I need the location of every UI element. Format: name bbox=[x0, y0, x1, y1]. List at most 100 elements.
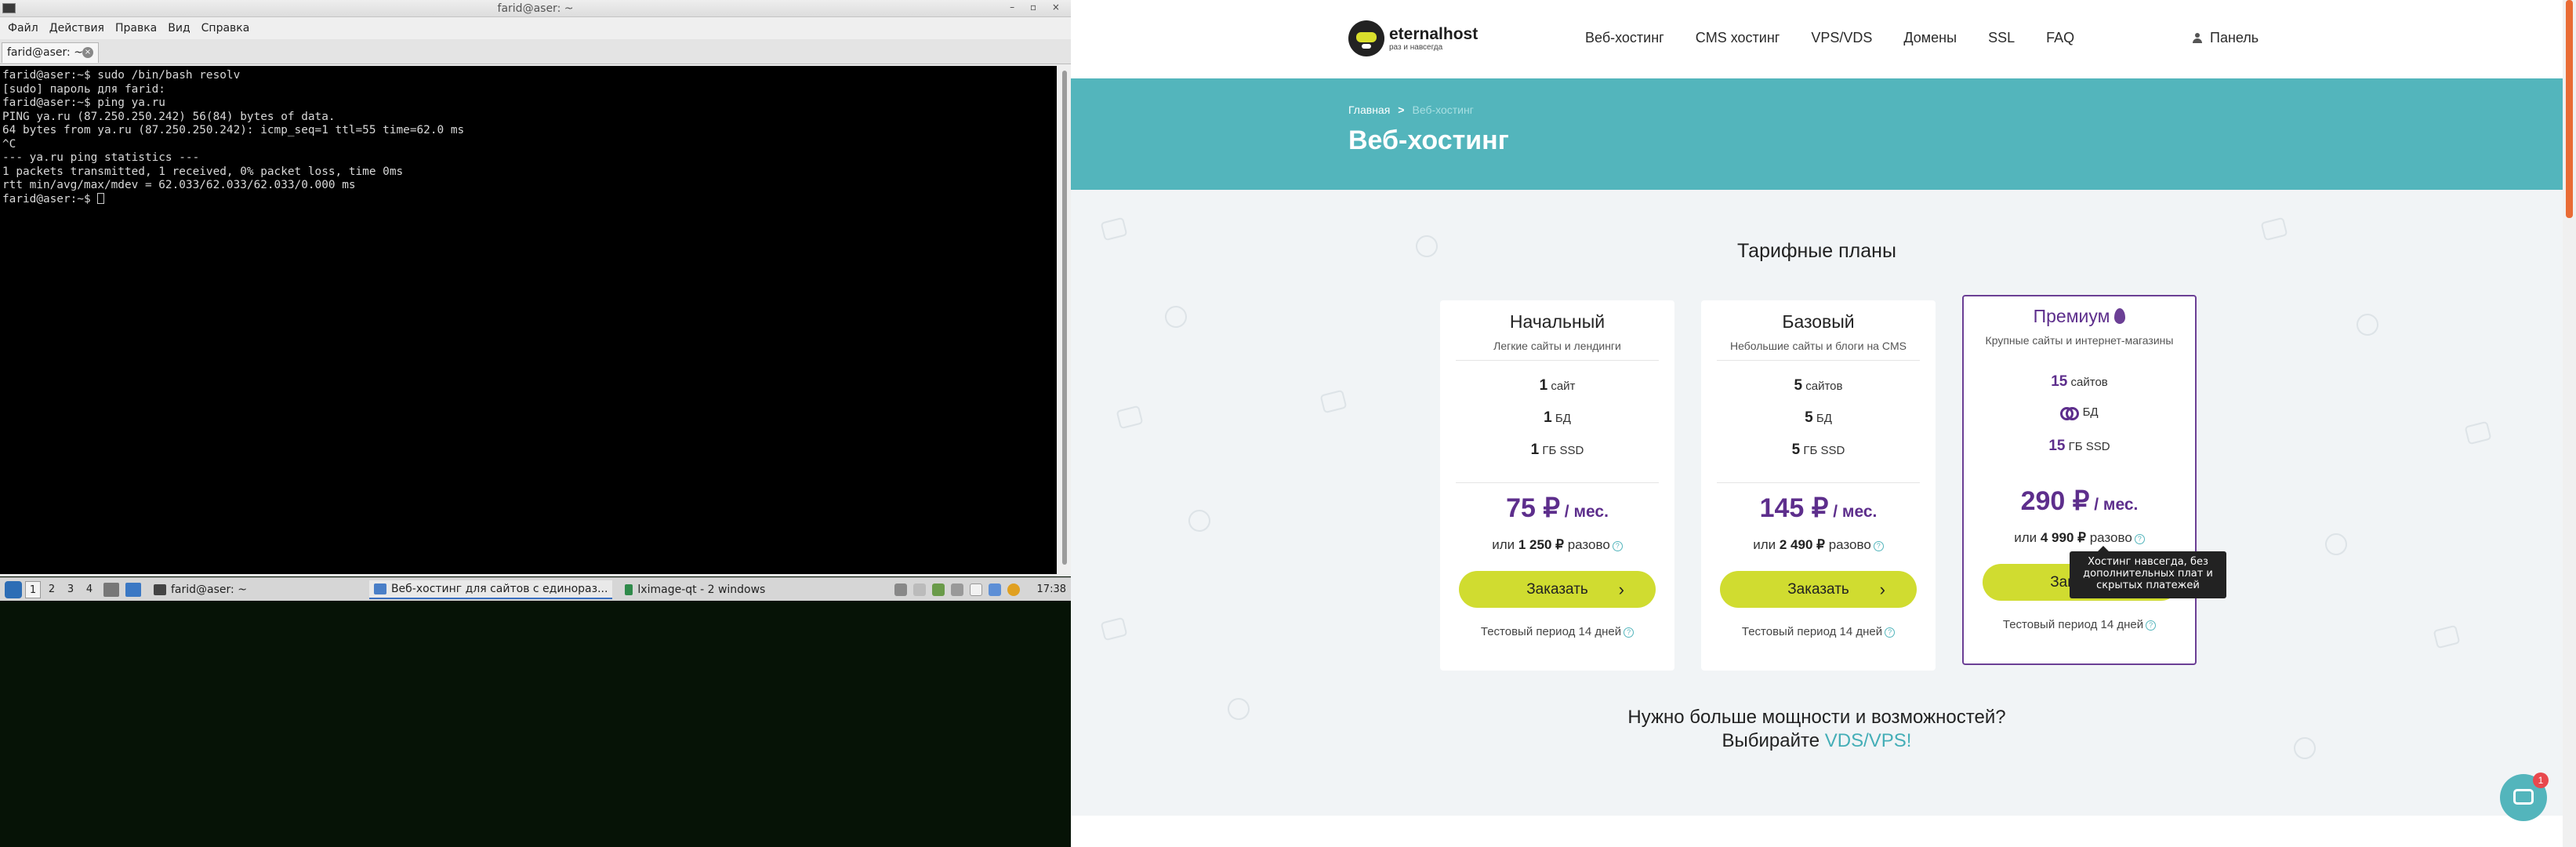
info-icon[interactable]: ? bbox=[2146, 620, 2157, 631]
site-logo[interactable]: eternalhost раз и навсегда bbox=[1348, 20, 1478, 56]
panel-label: Панель bbox=[2210, 30, 2259, 45]
terminal-window: farid@aser: ~ – ▫ × Файл Действия Правка… bbox=[0, 0, 1071, 576]
plan-name: Премиум bbox=[1964, 306, 2195, 327]
menu-view[interactable]: Вид bbox=[168, 22, 190, 35]
user-icon bbox=[2193, 32, 2202, 44]
background-pattern-icon bbox=[2323, 531, 2349, 558]
settings-icon[interactable] bbox=[988, 583, 1001, 596]
task-label: lximage-qt - 2 windows bbox=[637, 583, 766, 596]
info-icon[interactable]: ? bbox=[2134, 534, 2145, 544]
terminal-line: rtt min/avg/max/mdev = 62.033/62.033/62.… bbox=[2, 179, 356, 191]
desktop-1-button[interactable]: 1 bbox=[25, 580, 41, 598]
hero-banner: Главная > Веб-хостинг Веб-хостинг bbox=[1071, 78, 2563, 190]
window-controls[interactable]: – ▫ × bbox=[1010, 2, 1066, 13]
desktop-4-button[interactable]: 4 bbox=[82, 581, 97, 598]
chat-button[interactable]: 1 bbox=[2500, 772, 2549, 821]
info-icon[interactable]: ? bbox=[1885, 627, 1896, 638]
plan-feature-db: 1 БД bbox=[1544, 409, 1571, 426]
page-scrollbar[interactable] bbox=[2563, 0, 2576, 847]
plan-subtitle: Крупные сайты и интернет-магазины bbox=[1985, 334, 2174, 347]
nav-ssl[interactable]: SSL bbox=[1988, 30, 2015, 46]
desktop-2-button[interactable]: 2 bbox=[44, 581, 60, 598]
task-image-viewer[interactable]: lximage-qt - 2 windows bbox=[620, 580, 770, 599]
plan-feature-ssd: 1 ГБ SSD bbox=[1530, 442, 1584, 458]
browser-page: eternalhost раз и навсегда Веб-хостинг C… bbox=[1071, 0, 2576, 847]
task-label: Веб-хостинг для сайтов с единораз... bbox=[390, 582, 608, 595]
order-button[interactable]: Заказать› bbox=[1459, 571, 1656, 608]
task-browser[interactable]: Веб-хостинг для сайтов с единораз... bbox=[368, 580, 613, 599]
plan-price: 75 ₽ / мес. bbox=[1506, 493, 1609, 523]
chat-badge: 1 bbox=[2533, 772, 2549, 788]
terminal-tab[interactable]: farid@aser: ~ × bbox=[2, 42, 99, 63]
nav-faq[interactable]: FAQ bbox=[2046, 30, 2074, 46]
chat-icon bbox=[2513, 789, 2534, 805]
plan-card-starter: Начальный Легкие сайты и лендинги 1 сайт… bbox=[1440, 300, 1674, 671]
nav-cms-hosting[interactable]: CMS хостинг bbox=[1696, 30, 1780, 46]
terminal-line: farid@aser:~$ sudo /bin/bash resolv bbox=[2, 69, 241, 82]
plan-feature-sites: 15 сайтов bbox=[2051, 373, 2108, 390]
taskbar: 1 2 3 4 farid@aser: ~ Веб-хостинг для са… bbox=[0, 577, 1071, 601]
tooltip: Хостинг навсегда, без дополнительных пла… bbox=[2070, 546, 2226, 598]
chevron-right-icon: › bbox=[1879, 580, 1885, 599]
plan-card-basic: Базовый Небольшие сайты и блоги на CMS 5… bbox=[1701, 300, 1936, 671]
desktop-launcher-icon[interactable] bbox=[125, 582, 141, 597]
menu-help[interactable]: Справка bbox=[201, 22, 250, 35]
nav-domains[interactable]: Домены bbox=[1903, 30, 1957, 46]
tray-app-icon[interactable] bbox=[894, 583, 907, 596]
breadcrumb-separator: > bbox=[1398, 104, 1405, 116]
desktop-3-button[interactable]: 3 bbox=[63, 581, 78, 598]
nav-vps-vds[interactable]: VPS/VDS bbox=[1811, 30, 1872, 46]
terminal-line: --- ya.ru ping statistics --- bbox=[2, 151, 200, 164]
clipboard-icon[interactable] bbox=[969, 583, 982, 596]
breadcrumb-home[interactable]: Главная bbox=[1348, 104, 1390, 116]
network-icon[interactable] bbox=[931, 583, 945, 596]
task-terminal[interactable]: farid@aser: ~ bbox=[149, 580, 252, 599]
left-screen: farid@aser: ~ – ▫ × Файл Действия Правка… bbox=[0, 0, 1071, 847]
page-title: Веб-хостинг bbox=[1348, 125, 1509, 155]
files-launcher-icon[interactable] bbox=[103, 582, 119, 597]
info-icon[interactable]: ? bbox=[1873, 541, 1884, 551]
plan-name: Базовый bbox=[1782, 311, 1855, 332]
update-icon[interactable] bbox=[1007, 583, 1020, 596]
terminal-task-icon bbox=[154, 583, 166, 595]
plan-feature-ssd: 15 ГБ SSD bbox=[2048, 438, 2110, 454]
flame-icon bbox=[2114, 308, 2126, 324]
page-scroll-thumb[interactable] bbox=[2566, 0, 2573, 218]
menu-actions[interactable]: Действия bbox=[49, 22, 104, 35]
terminal-prompt: farid@aser:~$ bbox=[2, 192, 98, 205]
menu-edit[interactable]: Правка bbox=[115, 22, 157, 35]
tray-app-icon[interactable] bbox=[912, 583, 926, 596]
terminal-line: 64 bytes from ya.ru (87.250.250.242): ic… bbox=[2, 124, 465, 136]
order-button[interactable]: Заказать› bbox=[1720, 571, 1917, 608]
plan-price: 290 ₽ / мес. bbox=[2020, 486, 2139, 516]
menu-file[interactable]: Файл bbox=[8, 22, 38, 35]
vds-link[interactable]: VDS/VPS! bbox=[1825, 730, 1912, 751]
breadcrumb: Главная > Веб-хостинг bbox=[1348, 104, 1474, 116]
plan-price: 145 ₽ / мес. bbox=[1759, 493, 1878, 523]
terminal-titlebar[interactable]: farid@aser: ~ – ▫ × bbox=[0, 0, 1071, 17]
terminal-cursor bbox=[97, 192, 105, 204]
plan-name: Начальный bbox=[1509, 311, 1605, 332]
clock[interactable]: 17:38 bbox=[1037, 583, 1066, 595]
infinity-icon bbox=[2060, 407, 2080, 420]
info-icon[interactable]: ? bbox=[1624, 627, 1634, 638]
terminal-output[interactable]: farid@aser:~$ sudo /bin/bash resolv [sud… bbox=[0, 66, 1057, 574]
panel-login-link[interactable]: Панель bbox=[2193, 30, 2259, 46]
start-menu-icon[interactable] bbox=[5, 580, 22, 598]
background-pattern-icon bbox=[1100, 616, 1128, 642]
terminal-line: farid@aser:~$ ping ya.ru bbox=[2, 96, 165, 109]
plan-trial: Тестовый период 14 дней? bbox=[1701, 625, 1936, 638]
logo-name: eternalhost bbox=[1389, 24, 1478, 43]
info-icon[interactable]: ? bbox=[1612, 541, 1623, 551]
logo-tagline: раз и навсегда bbox=[1389, 42, 1443, 52]
plan-once-price: или 2 490 ₽ разово? bbox=[1701, 537, 1936, 553]
nav-web-hosting[interactable]: Веб-хостинг bbox=[1585, 30, 1664, 46]
terminal-scrollbar[interactable] bbox=[1060, 67, 1069, 569]
logo-icon bbox=[1348, 20, 1384, 56]
plan-feature-db: 5 БД bbox=[1805, 409, 1832, 426]
volume-icon[interactable] bbox=[950, 583, 963, 596]
terminal-scroll-thumb[interactable] bbox=[1062, 71, 1067, 565]
background-pattern-icon bbox=[1100, 216, 1128, 242]
close-tab-icon[interactable]: × bbox=[82, 47, 93, 58]
plan-feature-sites: 5 сайтов bbox=[1794, 377, 1843, 394]
